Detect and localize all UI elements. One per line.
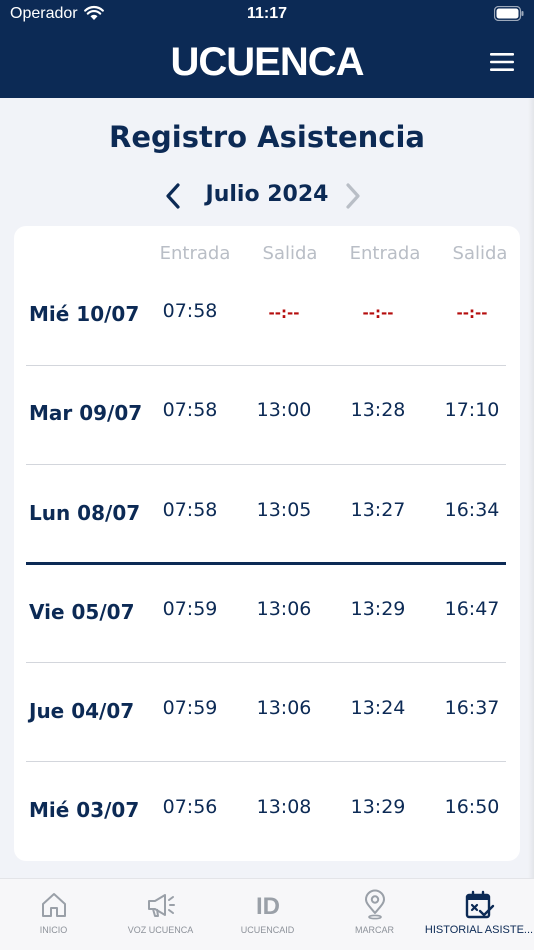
- attendance-row: Vie 05/07 07:59 13:06 13:29 16:47: [26, 564, 506, 663]
- calendar-check-icon: [465, 890, 495, 919]
- tab-label: HISTORIAL ASISTE...: [424, 924, 534, 936]
- time-salida: 13:06: [256, 598, 312, 620]
- attendance-row: Jue 04/07 07:59 13:06 13:24 16:37: [26, 663, 506, 762]
- column-header-entrada: Entrada: [159, 243, 231, 264]
- time-salida: 16:37: [444, 697, 500, 719]
- hamburger-menu-icon[interactable]: [490, 53, 514, 71]
- time-entrada: 07:58: [162, 300, 218, 322]
- id-icon: ID: [256, 893, 280, 920]
- time-salida: 13:06: [256, 697, 312, 719]
- time-entrada: 07:56: [162, 796, 218, 818]
- ucuenca-logo: UCUENCA: [170, 40, 365, 84]
- attendance-row: Mar 09/07 07:58 13:00 13:28 17:10: [26, 365, 506, 464]
- bottom-tab-bar: INICIO VOZ UCUENCA ID UCUENCAID MARCAR H…: [0, 878, 534, 950]
- time-salida: 13:05: [256, 499, 312, 521]
- row-day: Mar 09/07: [29, 401, 143, 425]
- attendance-row: Lun 08/07 07:58 13:05 13:27 16:34: [26, 465, 506, 564]
- time-salida: 16:34: [444, 499, 500, 521]
- column-header-salida: Salida: [452, 243, 508, 264]
- tab-label: MARCAR: [354, 925, 394, 935]
- home-icon: [41, 893, 66, 917]
- time-entrada: 07:59: [162, 598, 218, 620]
- tab-historial-asistencia[interactable]: HISTORIAL ASISTE...: [424, 879, 534, 950]
- attendance-row: Mié 10/07 07:58 --:-- --:-- --:--: [26, 266, 506, 365]
- status-time: 11:17: [246, 5, 288, 22]
- month-navigator: Julio 2024: [0, 178, 534, 214]
- time-salida: 16:50: [444, 796, 500, 818]
- tab-label: VOZ UCUENCA: [127, 925, 194, 935]
- attendance-row: Mié 03/07 07:56 13:08 13:29 16:50: [26, 762, 506, 861]
- attendance-card: Entrada Salida Entrada Salida Mié 10/07 …: [14, 226, 520, 861]
- time-entrada: 13:29: [350, 598, 406, 620]
- svg-text:ID: ID: [256, 893, 280, 920]
- row-day: Vie 05/07: [29, 600, 135, 624]
- time-entrada: 13:28: [350, 399, 406, 421]
- time-entrada: 07:59: [162, 697, 218, 719]
- app-header: Operador 11:17 UCUENCA: [0, 0, 534, 98]
- tab-voz-ucuenca[interactable]: VOZ UCUENCA: [107, 879, 214, 950]
- column-header-entrada: Entrada: [349, 243, 421, 264]
- tab-inicio[interactable]: INICIO: [0, 879, 107, 950]
- page-title: Registro Asistencia: [109, 120, 425, 154]
- row-day: Mié 10/07: [29, 302, 140, 326]
- main-content: Registro Asistencia Julio 2024 Entrada S…: [0, 98, 534, 878]
- megaphone-icon: [147, 894, 175, 917]
- time-entrada: 13:27: [350, 499, 406, 521]
- time-entrada: 13:24: [350, 697, 406, 719]
- tab-label: UCUENCAID: [240, 925, 295, 935]
- time-salida: 16:47: [444, 598, 500, 620]
- chevron-right-icon[interactable]: [338, 181, 366, 211]
- time-entrada: --:--: [362, 304, 394, 322]
- row-day: Mié 03/07: [29, 798, 140, 822]
- time-salida: --:--: [268, 304, 300, 322]
- month-label: Julio 2024: [205, 182, 329, 207]
- time-entrada: 13:29: [350, 796, 406, 818]
- time-salida: --:--: [456, 304, 488, 322]
- tab-marcar[interactable]: MARCAR: [321, 879, 428, 950]
- row-day: Jue 04/07: [29, 699, 135, 723]
- row-day: Lun 08/07: [29, 501, 141, 525]
- location-pin-icon: [364, 889, 385, 920]
- column-header-salida: Salida: [262, 243, 318, 264]
- time-salida: 13:00: [256, 399, 312, 421]
- time-salida: 17:10: [444, 399, 500, 421]
- tab-label: INICIO: [39, 925, 68, 935]
- tab-ucuencaid[interactable]: ID UCUENCAID: [214, 879, 321, 950]
- time-salida: 13:08: [256, 796, 312, 818]
- battery-icon: [494, 6, 524, 21]
- time-entrada: 07:58: [162, 399, 218, 421]
- time-entrada: 07:58: [162, 499, 218, 521]
- status-bar: Operador 11:17: [0, 0, 534, 30]
